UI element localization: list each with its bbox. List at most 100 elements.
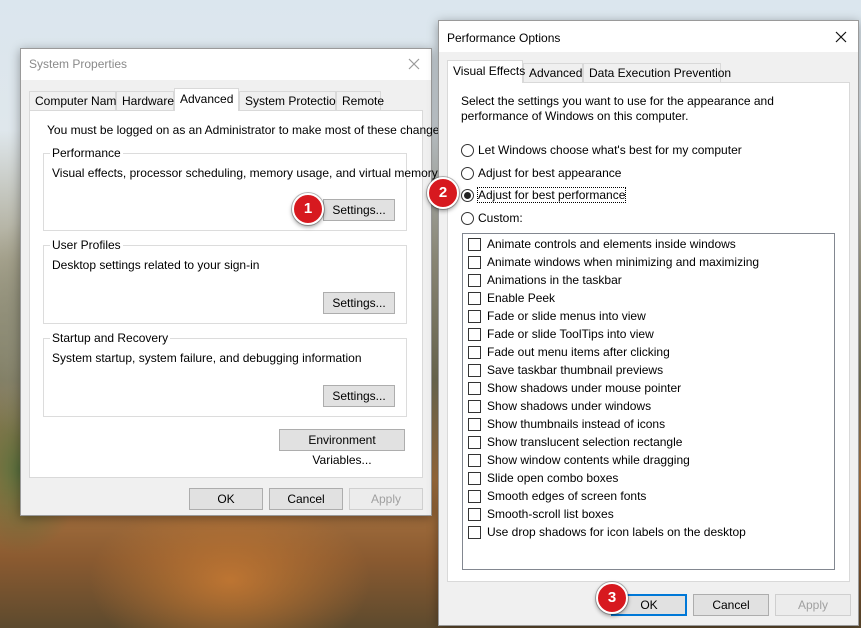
system-properties-window: System Properties Computer Name Hardware… xyxy=(20,48,449,516)
checkbox[interactable] xyxy=(468,381,481,395)
checkbox[interactable] xyxy=(468,363,481,377)
checkbox[interactable] xyxy=(468,327,481,341)
system-properties-title: System Properties xyxy=(29,57,128,71)
list-item-label: Enable Peek xyxy=(487,291,556,305)
checkbox[interactable] xyxy=(468,273,481,287)
performance-options-window: Performance Options Visual Effects Advan… xyxy=(438,20,859,626)
performance-group: Performance Visual effects, processor sc… xyxy=(43,146,438,231)
tab-data-execution-prevention[interactable]: Data Execution Prevention xyxy=(583,63,731,82)
tab-advanced[interactable]: Advanced xyxy=(523,63,583,82)
tab-advanced[interactable]: Advanced xyxy=(174,88,239,111)
radio-label: Custom: xyxy=(478,211,523,225)
list-item-label: Save taskbar thumbnail previews xyxy=(487,363,664,377)
list-item[interactable]: Use drop shadows for icon labels on the … xyxy=(468,523,746,541)
list-item-label: Smooth edges of screen fonts xyxy=(487,489,647,503)
step-badge-2: 2 xyxy=(427,177,459,209)
user-profiles-legend: User Profiles xyxy=(50,238,123,252)
list-item[interactable]: Fade out menu items after clicking xyxy=(468,343,670,361)
list-item[interactable]: Show thumbnails instead of icons xyxy=(468,415,665,433)
list-item-label: Show shadows under windows xyxy=(487,399,652,413)
visual-effects-list[interactable]: Animate controls and elements inside win… xyxy=(462,233,835,570)
tab-visual-effects[interactable]: Visual Effects xyxy=(447,60,525,83)
checkbox[interactable] xyxy=(468,435,481,449)
user-profiles-settings-button[interactable]: Settings... xyxy=(323,292,395,314)
list-item[interactable]: Animations in the taskbar xyxy=(468,271,622,289)
radio-button[interactable] xyxy=(461,188,474,202)
list-item[interactable]: Smooth edges of screen fonts xyxy=(468,487,646,505)
performance-options-titlebar[interactable]: Performance Options xyxy=(439,21,858,52)
system-apply-button[interactable]: Apply xyxy=(349,488,423,510)
list-item[interactable]: Animate windows when minimizing and maxi… xyxy=(468,253,759,271)
radio-button[interactable] xyxy=(461,211,474,225)
checkbox[interactable] xyxy=(468,489,481,503)
radio-custom[interactable]: Custom: xyxy=(461,209,523,227)
performance-apply-button[interactable]: Apply xyxy=(775,594,851,616)
performance-options-body: Visual Effects Advanced Data Execution P… xyxy=(439,52,858,625)
checkbox[interactable] xyxy=(468,309,481,323)
list-item[interactable]: Slide open combo boxes xyxy=(468,469,618,487)
system-cancel-button[interactable]: Cancel xyxy=(269,488,343,510)
startup-recovery-description: System startup, system failure, and debu… xyxy=(52,351,362,365)
checkbox[interactable] xyxy=(468,237,481,251)
list-item-label: Show shadows under mouse pointer xyxy=(487,381,682,395)
list-item[interactable]: Enable Peek xyxy=(468,289,555,307)
list-item-label: Animations in the taskbar xyxy=(487,273,622,287)
radio-best-performance[interactable]: Adjust for best performance xyxy=(461,186,627,204)
checkbox[interactable] xyxy=(468,417,481,431)
list-item[interactable]: Show translucent selection rectangle xyxy=(468,433,682,451)
checkbox[interactable] xyxy=(468,525,481,539)
user-profiles-description: Desktop settings related to your sign-in xyxy=(52,258,260,272)
startup-recovery-legend: Startup and Recovery xyxy=(50,331,171,345)
checkbox[interactable] xyxy=(468,345,481,359)
performance-legend: Performance xyxy=(50,146,123,160)
performance-settings-button[interactable]: Settings... xyxy=(323,199,395,221)
list-item-label: Slide open combo boxes xyxy=(487,471,619,485)
tab-system-protection[interactable]: System Protection xyxy=(239,91,342,110)
tab-computer-name[interactable]: Computer Name xyxy=(29,91,123,110)
list-item-label: Animate controls and elements inside win… xyxy=(487,237,736,251)
checkbox[interactable] xyxy=(468,453,481,467)
checkbox[interactable] xyxy=(468,507,481,521)
environment-variables-button[interactable]: Environment Variables... xyxy=(279,429,405,467)
checkbox[interactable] xyxy=(468,399,481,413)
step-badge-1: 1 xyxy=(292,193,324,225)
list-item[interactable]: Save taskbar thumbnail previews xyxy=(468,361,663,379)
list-item-label: Show window contents while dragging xyxy=(487,453,690,467)
list-item-label: Fade out menu items after clicking xyxy=(487,345,670,359)
list-item[interactable]: Fade or slide menus into view xyxy=(468,307,646,325)
list-item[interactable]: Smooth-scroll list boxes xyxy=(468,505,614,523)
performance-description: Visual effects, processor scheduling, me… xyxy=(52,166,438,180)
radio-let-windows-choose[interactable]: Let Windows choose what's best for my co… xyxy=(461,141,742,159)
advanced-tab-panel: You must be logged on as an Administrato… xyxy=(29,110,449,478)
list-item[interactable]: Animate controls and elements inside win… xyxy=(468,235,736,253)
list-item[interactable]: Show window contents while dragging xyxy=(468,451,690,469)
checkbox[interactable] xyxy=(468,255,481,269)
tab-remote[interactable]: Remote xyxy=(336,91,384,110)
startup-recovery-settings-button[interactable]: Settings... xyxy=(323,385,395,407)
tab-hardware[interactable]: Hardware xyxy=(116,91,174,110)
list-item[interactable]: Show shadows under mouse pointer xyxy=(468,379,681,397)
list-item-label: Show translucent selection rectangle xyxy=(487,435,683,449)
radio-best-appearance[interactable]: Adjust for best appearance xyxy=(461,164,621,182)
visual-effects-panel: Select the settings you want to use for … xyxy=(447,82,850,582)
radio-button[interactable] xyxy=(461,143,474,157)
radio-button[interactable] xyxy=(461,166,474,180)
user-profiles-group: User Profiles Desktop settings related t… xyxy=(43,238,407,324)
system-ok-button[interactable]: OK xyxy=(189,488,263,510)
checkbox[interactable] xyxy=(468,471,481,485)
list-item[interactable]: Show shadows under windows xyxy=(468,397,651,415)
system-properties-titlebar[interactable]: System Properties xyxy=(21,49,431,80)
close-icon[interactable] xyxy=(832,28,850,46)
admin-note: You must be logged on as an Administrato… xyxy=(47,123,449,137)
performance-cancel-button[interactable]: Cancel xyxy=(693,594,769,616)
list-item[interactable]: Fade or slide ToolTips into view xyxy=(468,325,654,343)
intro-text-line2: performance of Windows on this computer. xyxy=(461,109,689,123)
close-icon[interactable] xyxy=(405,55,423,73)
performance-options-title: Performance Options xyxy=(447,31,561,45)
list-item-label: Show thumbnails instead of icons xyxy=(487,417,666,431)
list-item-label: Smooth-scroll list boxes xyxy=(487,507,614,521)
list-item-label: Animate windows when minimizing and maxi… xyxy=(487,255,760,269)
radio-label: Adjust for best appearance xyxy=(478,166,622,180)
checkbox[interactable] xyxy=(468,291,481,305)
intro-text-line1: Select the settings you want to use for … xyxy=(461,94,774,108)
